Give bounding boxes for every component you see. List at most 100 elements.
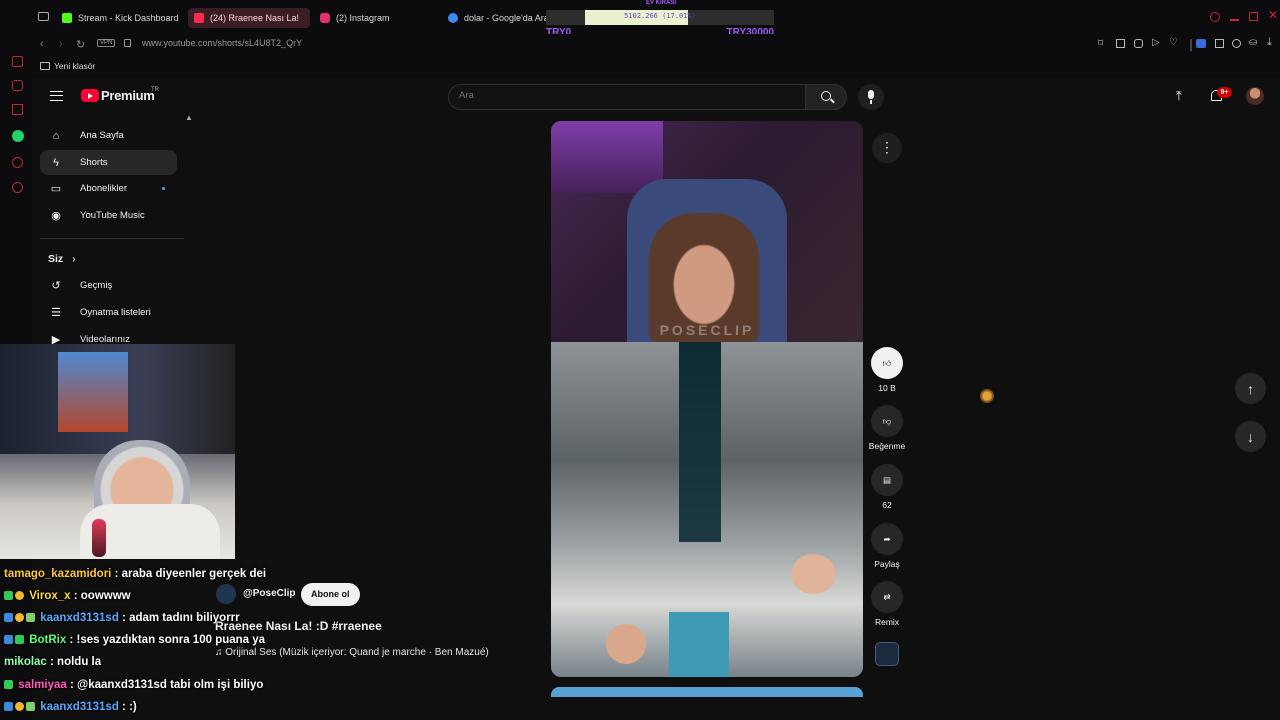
- short-video-player[interactable]: POSECLIP: [551, 121, 863, 677]
- chat-text: : !ses yazdıktan sonra 100 puana ya: [66, 634, 266, 646]
- dislike-button[interactable]: 👎︎ Beğenme: [864, 405, 910, 451]
- chat-text: : :): [118, 701, 137, 713]
- tab-youtube-short[interactable]: (24) Rraenee Nası La!: [188, 8, 310, 28]
- like-count: 10 B: [878, 383, 896, 393]
- download-icon[interactable]: ⤓: [1267, 36, 1272, 49]
- tab-menu-icon[interactable]: [38, 12, 49, 21]
- like-button[interactable]: 👍︎ 10 B: [866, 347, 908, 393]
- hamburger-menu-icon[interactable]: [50, 91, 63, 101]
- search-box[interactable]: [448, 84, 806, 110]
- share-icon: ➦: [871, 523, 903, 555]
- share-button[interactable]: ➦ Paylaş: [866, 523, 908, 569]
- chat-message: tamago_kazamidori : araba diyeenler gerç…: [4, 568, 266, 580]
- vpn-badge[interactable]: VPN: [97, 39, 116, 47]
- chat-username[interactable]: BotRix: [29, 634, 66, 646]
- short-audio[interactable]: ♫ Orijinal Ses (Müzik içeriyor: Quand je…: [215, 647, 489, 658]
- screenshot-icon[interactable]: [1215, 39, 1224, 48]
- history-icon: ↺: [51, 280, 61, 292]
- youtube-logo-icon[interactable]: [81, 89, 99, 102]
- sidebar-you-header[interactable]: Siz ›: [48, 253, 76, 265]
- reload-icon[interactable]: ↻: [76, 38, 85, 51]
- chat-message: kaanxd3131sd : :): [4, 701, 137, 713]
- sidebar-scroll-up-icon[interactable]: ▲: [185, 113, 193, 122]
- chat-username[interactable]: kaanxd3131sd: [40, 612, 119, 624]
- previous-short-button[interactable]: ↑: [1235, 373, 1266, 404]
- sidebar-item-home[interactable]: ⌂ Ana Sayfa: [40, 123, 177, 148]
- heart-icon[interactable]: ♡: [1169, 37, 1178, 48]
- sound-thumbnail[interactable]: [875, 642, 899, 666]
- chat-username[interactable]: mikolac: [4, 656, 47, 668]
- hand-right: [791, 554, 836, 594]
- remix-button[interactable]: ⇄ Remix: [866, 581, 908, 627]
- avatar[interactable]: [1246, 87, 1264, 105]
- whatsapp-icon[interactable]: [12, 130, 24, 142]
- arrow-up-icon: ↑: [1247, 380, 1254, 397]
- voice-search-button[interactable]: [858, 84, 884, 110]
- sidebar-item-label: Oynatma listeleri: [80, 307, 151, 318]
- url-field[interactable]: www.youtube.com/shorts/sL4U8T2_QrY: [142, 38, 302, 48]
- search-tabs-icon[interactable]: [1210, 12, 1220, 22]
- aria-icon[interactable]: [12, 56, 23, 67]
- translate-icon[interactable]: [1196, 39, 1206, 48]
- forward-icon[interactable]: ›: [59, 38, 63, 50]
- sidebar-item-history[interactable]: ↺ Geçmiş: [40, 273, 177, 298]
- chat-username[interactable]: Virox_x: [29, 590, 70, 602]
- goal-progress-text: 5102.266 (17.01%): [624, 12, 696, 20]
- sidebar-item-youtube-music[interactable]: ◉ YouTube Music: [40, 203, 177, 228]
- bookmarks-bar: Yeni klasör: [32, 56, 1280, 78]
- minimize-icon[interactable]: [1230, 19, 1239, 21]
- bookmark-folder[interactable]: Yeni klasör: [54, 61, 95, 71]
- account-icon[interactable]: ⛀: [1249, 37, 1257, 48]
- chat-username[interactable]: kaanxd3131sd: [40, 701, 119, 713]
- play-icon[interactable]: ▷: [1152, 37, 1160, 48]
- search-button[interactable]: [805, 84, 847, 110]
- next-short-preview[interactable]: [551, 687, 863, 697]
- hand-left: [606, 624, 646, 664]
- history-sidebar-icon[interactable]: [12, 182, 23, 193]
- address-bar: ‹ › ↻ VPN www.youtube.com/shorts/sL4U8T2…: [32, 34, 1280, 56]
- playlists-icon: ☰: [51, 307, 61, 319]
- chat-text: : adam tadını biliyorrr: [118, 612, 240, 624]
- chevron-right-icon: ›: [72, 253, 76, 265]
- shield-icon[interactable]: [1134, 39, 1143, 48]
- comments-button[interactable]: ▤ 62: [866, 464, 908, 510]
- subscribe-button[interactable]: Abone ol: [301, 583, 360, 606]
- maximize-icon[interactable]: [1249, 12, 1258, 21]
- next-short-button[interactable]: ↓: [1235, 421, 1266, 452]
- extensions-icon[interactable]: [12, 80, 23, 91]
- upload-icon[interactable]: ⤒: [1176, 88, 1182, 104]
- new-content-dot: [162, 187, 165, 190]
- channel-avatar[interactable]: [216, 584, 236, 604]
- chat-text: : oowwww: [70, 590, 131, 602]
- channel-name[interactable]: @PoseClip: [243, 588, 296, 599]
- tab-kick-dashboard[interactable]: Stream - Kick Dashboard: [56, 8, 181, 28]
- puzzle-icon[interactable]: [1232, 39, 1241, 48]
- background-shelf: [551, 121, 663, 193]
- youtube-logo-text[interactable]: Premium: [101, 88, 155, 103]
- cliff-video-frame: [551, 342, 863, 677]
- tab-google-search[interactable]: dolar - Google'da Ara: [442, 8, 546, 28]
- messenger-icon[interactable]: [12, 157, 23, 168]
- tab-instagram[interactable]: (2) Instagram: [314, 8, 434, 28]
- chat-message: kaanxd3131sd : adam tadını biliyorrr: [4, 612, 240, 624]
- pinboard-icon[interactable]: [12, 104, 23, 115]
- chat-username[interactable]: salmiyaa: [18, 679, 67, 691]
- back-icon[interactable]: ‹: [40, 38, 44, 50]
- verified-badge-icon: [4, 680, 13, 690]
- search-input[interactable]: [459, 90, 789, 101]
- sidebar-item-playlists[interactable]: ☰ Oynatma listeleri: [40, 300, 177, 325]
- sidebar-item-shorts[interactable]: ϟ Shorts: [40, 150, 177, 175]
- comment-count: 62: [882, 500, 892, 510]
- water-channel: [679, 342, 721, 542]
- remix-label: Remix: [874, 617, 900, 627]
- thumbs-up-icon: 👍︎: [871, 347, 903, 379]
- snapshot-icon[interactable]: [1116, 39, 1125, 48]
- chat-username[interactable]: tamago_kazamidori: [4, 568, 111, 580]
- sidebar-item-label: Shorts: [80, 157, 108, 168]
- bookmark-icon[interactable]: ⌑: [1098, 38, 1103, 49]
- close-icon[interactable]: ✕: [1268, 8, 1278, 22]
- gifter-badge-icon: [26, 702, 35, 712]
- more-options-icon[interactable]: ⋮: [872, 133, 902, 163]
- sidebar-item-subscriptions[interactable]: ▭ Abonelikler: [40, 176, 177, 201]
- sidebar-item-label: Geçmiş: [80, 280, 113, 291]
